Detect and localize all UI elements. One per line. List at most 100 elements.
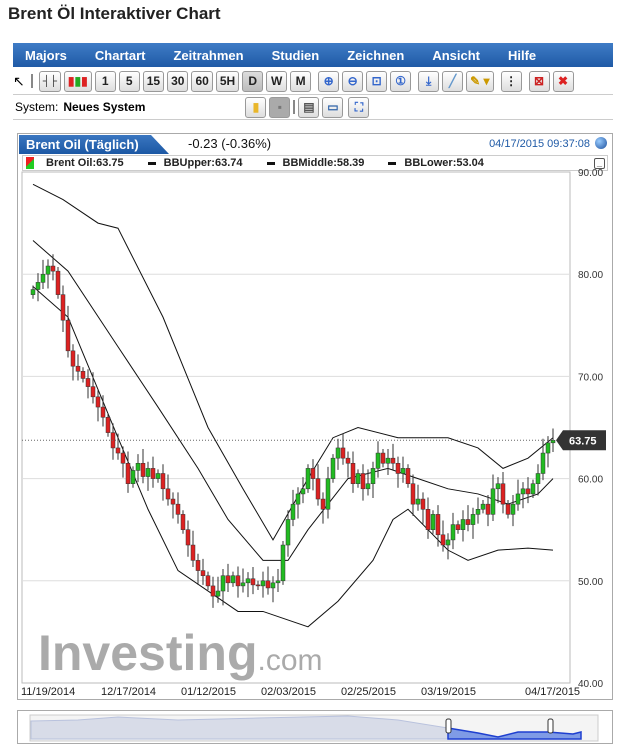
candle-body [185, 529, 191, 546]
candle [70, 344, 76, 381]
candle [35, 273, 41, 302]
candle [60, 285, 66, 332]
candle-body [50, 265, 56, 272]
candle [345, 451, 351, 478]
navigator[interactable] [17, 710, 613, 744]
candle-body [65, 319, 71, 352]
candle-body [485, 503, 491, 515]
candle [310, 459, 316, 491]
candle-body [445, 539, 451, 546]
candle [90, 372, 96, 404]
candle [455, 520, 461, 534]
candle [65, 305, 71, 358]
candle-body [545, 442, 551, 454]
candle-body [115, 447, 121, 454]
candle [115, 433, 121, 460]
candle-body [425, 509, 431, 530]
candle [120, 446, 126, 478]
candle [140, 448, 146, 484]
candle-body [360, 473, 366, 490]
candle [370, 461, 376, 499]
candle-body [55, 270, 61, 295]
plot-area [21, 171, 571, 684]
candle [145, 461, 151, 491]
candle [165, 474, 171, 506]
x-tick-label: 03/19/2015 [421, 686, 476, 698]
candle-body [275, 580, 281, 584]
candle-body [220, 575, 226, 592]
candle-body [245, 578, 251, 584]
candle [425, 497, 431, 539]
candle-body [105, 417, 111, 433]
candle-body [330, 457, 336, 479]
candle-body [90, 386, 96, 398]
candle-body [270, 582, 276, 589]
candle-body [310, 468, 316, 479]
candle-body [400, 468, 406, 474]
candle-body [510, 503, 516, 515]
candle [225, 563, 231, 593]
candle [355, 469, 361, 488]
candle-body [150, 468, 156, 479]
candle-body [190, 544, 196, 561]
navigator-left-handle[interactable] [445, 718, 452, 734]
candle [485, 494, 491, 527]
candle-body [420, 498, 426, 510]
candle [335, 438, 341, 470]
candle-body [355, 473, 361, 484]
candle [80, 367, 86, 383]
candle [405, 464, 411, 488]
y-tick-label: 40.00 [578, 679, 603, 690]
candle [195, 553, 201, 585]
candle [515, 479, 521, 511]
candle-body [240, 582, 246, 587]
candle [245, 572, 251, 598]
candle [235, 566, 241, 598]
x-tick-label: 02/25/2015 [341, 686, 396, 698]
candle-body [130, 470, 136, 484]
navigator-chart [29, 714, 599, 742]
candle [285, 510, 291, 557]
candle [210, 576, 216, 608]
candle-body [520, 488, 526, 495]
candle [340, 433, 346, 465]
bb-lower-line [32, 286, 554, 628]
candle-body [505, 503, 511, 515]
candle-body [180, 514, 186, 530]
candle-body [435, 514, 441, 536]
candle-body [60, 294, 66, 321]
candle [170, 492, 176, 519]
candle [320, 492, 326, 524]
candle-body [455, 524, 461, 530]
price-chart[interactable]: 90.00 80.00 70.00 60.00 50.00 40.00 11/19/2014… [0, 0, 622, 756]
candle [85, 369, 91, 399]
candle [50, 254, 56, 281]
candle [495, 477, 501, 504]
candle [410, 474, 416, 516]
candle-body [390, 457, 396, 464]
candle-body [75, 365, 81, 372]
candle-body [300, 488, 306, 495]
candle-body [120, 452, 126, 464]
last-price-label: 63.75 [569, 435, 597, 447]
candle [390, 443, 396, 470]
candle-body [215, 590, 221, 597]
bb-upper-line [32, 183, 554, 541]
candle-body [195, 560, 201, 571]
candle-body [205, 575, 211, 587]
candle-body [85, 378, 91, 387]
candle [480, 500, 486, 514]
candle [160, 464, 166, 501]
y-tick-label: 50.00 [578, 577, 603, 588]
candle [350, 451, 356, 493]
candle [445, 533, 451, 560]
candle [155, 469, 161, 483]
candle [360, 464, 366, 501]
navigator-right-handle[interactable] [547, 718, 554, 734]
candle [305, 464, 311, 493]
candle [180, 510, 186, 534]
candle-body [250, 578, 256, 586]
candle [40, 259, 46, 290]
candle-body [515, 493, 521, 505]
candle-body [125, 463, 131, 484]
